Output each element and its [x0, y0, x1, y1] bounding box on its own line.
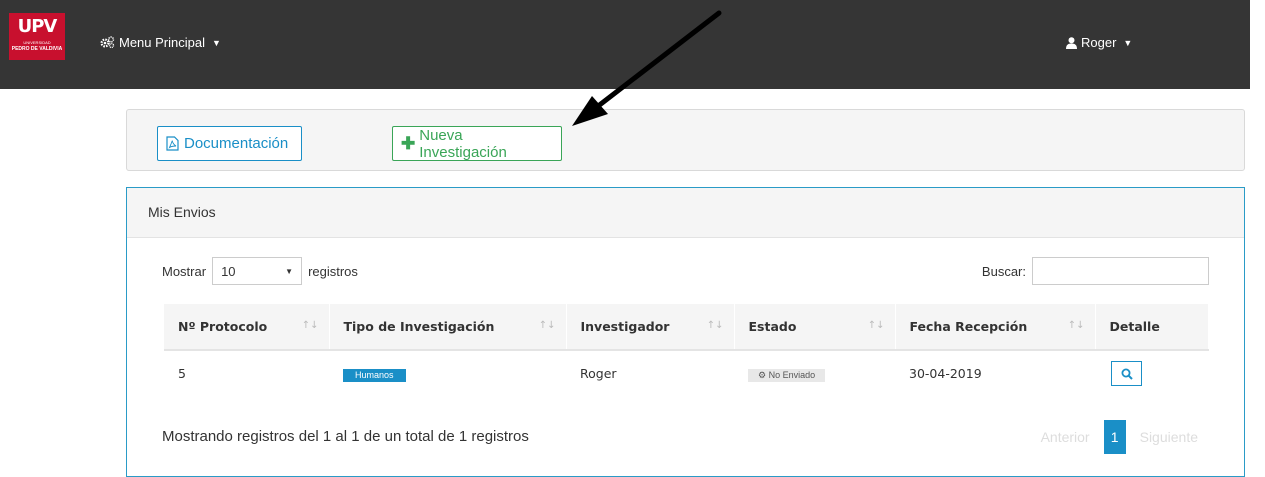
column-header-protocol[interactable]: Nº Protocolo ↑↓ — [164, 304, 330, 351]
user-menu-dropdown[interactable]: Roger ▼ — [1066, 35, 1132, 50]
action-toolbar: Documentación ✚ Nueva Investigación — [126, 109, 1245, 171]
column-header-investigator[interactable]: Investigador ↑↓ — [566, 304, 735, 351]
search-control: Buscar: — [982, 257, 1209, 285]
sort-icon: ↑↓ — [867, 320, 885, 331]
show-label: Mostrar — [162, 263, 207, 279]
cell-type: Humanos — [329, 350, 566, 396]
cell-protocol: 5 — [178, 366, 186, 381]
gears-icon: ⚙ — [758, 369, 767, 380]
search-input[interactable] — [1032, 257, 1209, 285]
column-header-type[interactable]: Tipo de Investigación ↑↓ — [329, 304, 567, 351]
table-header-row: Nº Protocolo ↑↓ Tipo de Investigación ↑↓ I… — [164, 304, 1209, 351]
documentation-button[interactable]: Documentación — [157, 126, 302, 161]
sort-icon: ↑↓ — [706, 320, 724, 331]
column-header-detail: Detalle — [1095, 304, 1209, 351]
status-label: No Enviado — [768, 369, 816, 380]
pagination-next[interactable]: Siguiente — [1132, 429, 1206, 445]
new-investigation-label: Nueva Investigación — [419, 126, 507, 161]
cell-investigator: Roger — [580, 366, 617, 381]
plus-icon: ✚ — [401, 133, 416, 153]
page-length-value: 10 — [221, 263, 236, 279]
main-menu-label: Menu Principal — [119, 35, 205, 50]
user-name: Roger — [1081, 35, 1117, 50]
column-header-status[interactable]: Estado ↑↓ — [734, 304, 896, 351]
cell-detail — [1095, 350, 1209, 396]
gears-icon — [100, 36, 115, 49]
cell-date: 30-04-2019 — [909, 366, 982, 381]
documentation-label: Documentación — [184, 135, 289, 152]
panel-title: Mis Envios — [127, 188, 1244, 238]
page-length-control: Mostrar 10 ▼ registros — [162, 257, 358, 285]
table-info: Mostrando registros del 1 al 1 de un tot… — [162, 428, 529, 445]
view-detail-button[interactable] — [1111, 361, 1142, 386]
logo-mark: UPV — [17, 16, 58, 37]
sort-icon: ↑↓ — [1067, 320, 1085, 331]
submissions-table: Nº Protocolo ↑↓ Tipo de Investigación ↑↓ I… — [164, 304, 1209, 396]
page-length-select[interactable]: 10 ▼ — [212, 257, 303, 285]
status-badge: ⚙ No Enviado — [748, 368, 826, 382]
search-icon — [1121, 368, 1133, 380]
pagination: Anterior 1 Siguiente — [1033, 420, 1206, 454]
sort-icon: ↑↓ — [538, 320, 556, 331]
new-investigation-button[interactable]: ✚ Nueva Investigación — [392, 126, 562, 161]
user-icon — [1066, 36, 1077, 49]
column-header-date[interactable]: Fecha Recepción ↑↓ — [895, 304, 1096, 351]
caret-down-icon: ▼ — [1123, 37, 1133, 48]
caret-down-icon: ▼ — [212, 37, 221, 48]
cell-status: ⚙ No Enviado — [734, 350, 895, 396]
university-logo[interactable]: UPV UNIVERSIDAD PEDRO DE VALDIVIA — [9, 13, 65, 60]
pagination-page[interactable]: 1 — [1103, 420, 1126, 454]
records-label: registros — [308, 263, 358, 279]
search-label: Buscar: — [981, 263, 1026, 279]
logo-name: PEDRO DE VALDIVIA — [11, 46, 63, 52]
table-row: 5 Humanos Roger ⚙ No Enviado 30-04-2019 — [164, 350, 1209, 396]
submissions-panel: Mis Envios Mostrar 10 ▼ registros Buscar… — [126, 187, 1245, 477]
top-navbar: UPV UNIVERSIDAD PEDRO DE VALDIVIA Menu P… — [0, 0, 1250, 89]
main-menu-dropdown[interactable]: Menu Principal ▼ — [100, 35, 221, 50]
select-arrow-icon: ▼ — [285, 266, 294, 276]
type-badge: Humanos — [343, 368, 406, 382]
pdf-file-icon — [166, 136, 179, 151]
pagination-previous[interactable]: Anterior — [1033, 429, 1098, 445]
sort-icon: ↑↓ — [301, 320, 319, 331]
